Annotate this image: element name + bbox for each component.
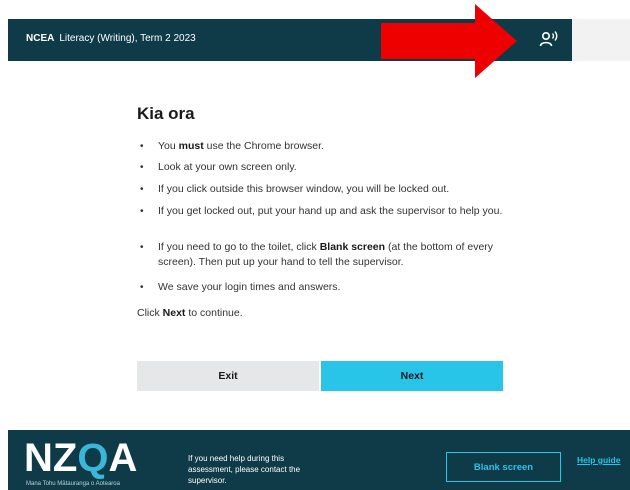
bullet-dot: • (140, 282, 144, 293)
red-arrow-icon (381, 4, 517, 78)
text-to-speech-icon[interactable] (539, 30, 559, 48)
bullet-dot: • (140, 206, 144, 217)
logo-subtitle: Mana Tohu Mātauranga o Aotearoa (26, 481, 120, 487)
continue-instruction: Click Next to continue. (137, 307, 243, 319)
assessment-title: NCEA Literacy (Writing), Term 2 2023 (26, 33, 196, 44)
header-right-panel (572, 19, 630, 61)
assessment-name: Literacy (Writing), Term 2 2023 (59, 33, 196, 44)
ncea-brand: NCEA (26, 33, 55, 44)
bullet-dot: • (140, 184, 144, 195)
bullet-dot: • (140, 141, 144, 152)
footer: NZQA Mana Tohu Mātauranga o Aotearoa If … (8, 430, 630, 490)
exit-button[interactable]: Exit (137, 361, 319, 391)
blank-screen-button[interactable]: Blank screen (446, 452, 561, 482)
bullet-dot: • (140, 242, 144, 253)
help-message: If you need help during this assessment,… (188, 454, 301, 485)
nzqa-logo: NZQA (24, 436, 138, 480)
next-button[interactable]: Next (321, 361, 503, 391)
bullet-dot: • (140, 162, 144, 173)
page-title: Kia ora (137, 104, 195, 123)
help-guide-link[interactable]: Help guide (577, 455, 620, 465)
